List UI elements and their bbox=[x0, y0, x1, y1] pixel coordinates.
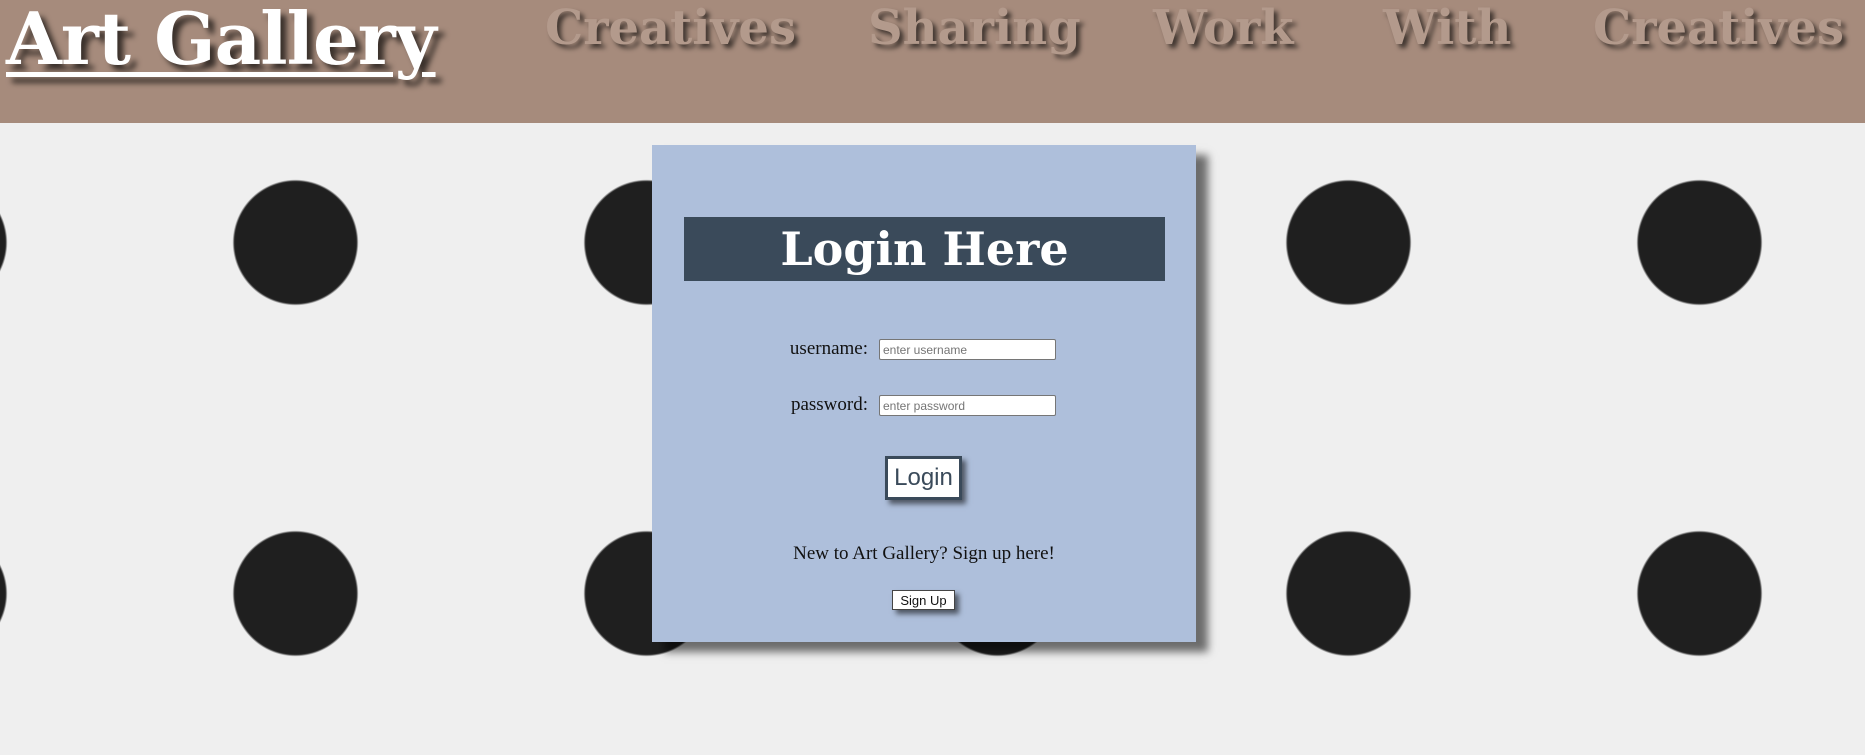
username-row: username: bbox=[652, 337, 1196, 361]
tagline-word-creatives-2: Creatives bbox=[1593, 0, 1844, 56]
password-row: password: bbox=[652, 393, 1196, 417]
username-label: username: bbox=[789, 338, 868, 359]
login-heading: Login Here bbox=[684, 217, 1165, 281]
password-label: password: bbox=[790, 394, 868, 415]
signup-prompt: New to Art Gallery? Sign up here! bbox=[793, 543, 1055, 564]
tagline-word-work: Work bbox=[1153, 0, 1294, 56]
site-title-link[interactable]: Art Gallery bbox=[6, 0, 437, 81]
login-card: Login Here username: password: Login New… bbox=[652, 145, 1196, 642]
signup-button[interactable]: Sign Up bbox=[892, 590, 955, 610]
tagline-word-with: With bbox=[1383, 0, 1512, 56]
username-input[interactable] bbox=[879, 339, 1056, 360]
login-button[interactable]: Login bbox=[885, 456, 962, 500]
tagline-word-sharing: Sharing bbox=[868, 0, 1081, 56]
site-header: Art Gallery Creatives Sharing Work With … bbox=[0, 0, 1865, 123]
tagline-word-creatives: Creatives bbox=[545, 0, 796, 56]
password-input[interactable] bbox=[879, 395, 1056, 416]
